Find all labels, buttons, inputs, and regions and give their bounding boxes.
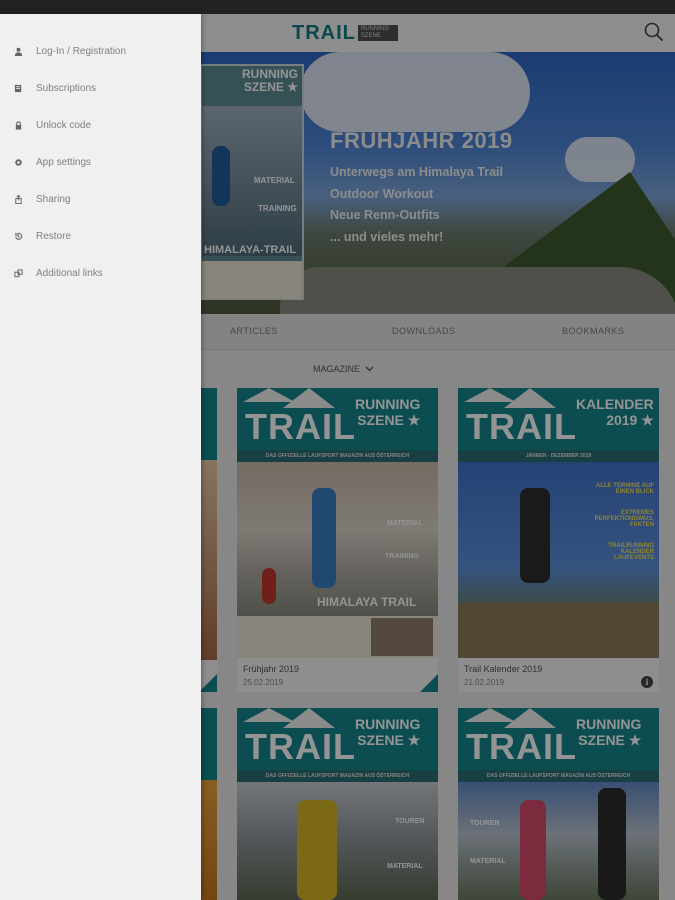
drawer-item-label: Unlock code xyxy=(36,119,92,131)
drawer-item-app-settings[interactable]: App settings xyxy=(0,147,201,177)
drawer-item-label: Subscriptions xyxy=(36,82,97,94)
drawer-item-subscriptions[interactable]: Subscriptions xyxy=(0,73,201,103)
drawer-item-unlock-code[interactable]: Unlock code xyxy=(0,110,201,140)
restore-icon xyxy=(15,232,23,240)
book-icon xyxy=(14,84,22,92)
drawer-item-label: Log-In / Registration xyxy=(36,45,127,57)
gear-icon xyxy=(15,158,22,166)
drawer-item-label: Additional links xyxy=(36,267,103,279)
drawer-item-label: App settings xyxy=(36,156,92,168)
drawer-item-label: Sharing xyxy=(36,193,71,205)
drawer-item-label: Restore xyxy=(36,230,72,242)
lock-icon xyxy=(15,120,22,130)
person-icon xyxy=(14,47,23,56)
share-icon xyxy=(15,194,22,204)
drawer-item-additional-links[interactable]: Additional links xyxy=(0,258,201,288)
navigation-drawer: Log-In / Registration Subscriptions Unlo… xyxy=(0,14,201,900)
link-icon xyxy=(14,268,23,277)
drawer-item-sharing[interactable]: Sharing xyxy=(0,184,201,214)
drawer-item-login[interactable]: Log-In / Registration xyxy=(0,36,201,66)
drawer-item-restore[interactable]: Restore xyxy=(0,221,201,251)
